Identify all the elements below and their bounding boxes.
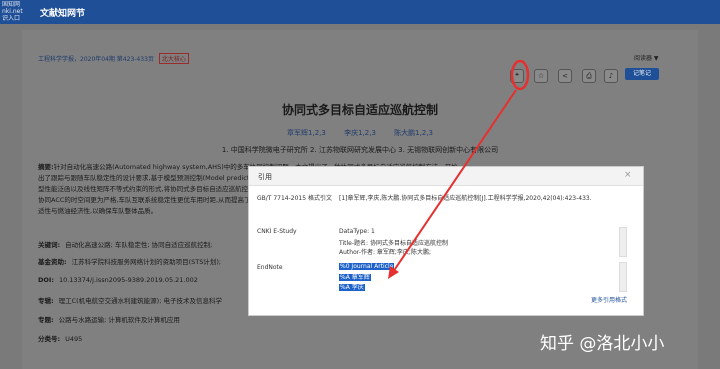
highlight-circle xyxy=(510,59,530,91)
zhihu-watermark: 知乎 @洛北小小 xyxy=(540,334,665,354)
annotation-overlay xyxy=(388,59,530,279)
red-arrow-head xyxy=(388,266,399,279)
red-arrow-line xyxy=(392,89,517,273)
